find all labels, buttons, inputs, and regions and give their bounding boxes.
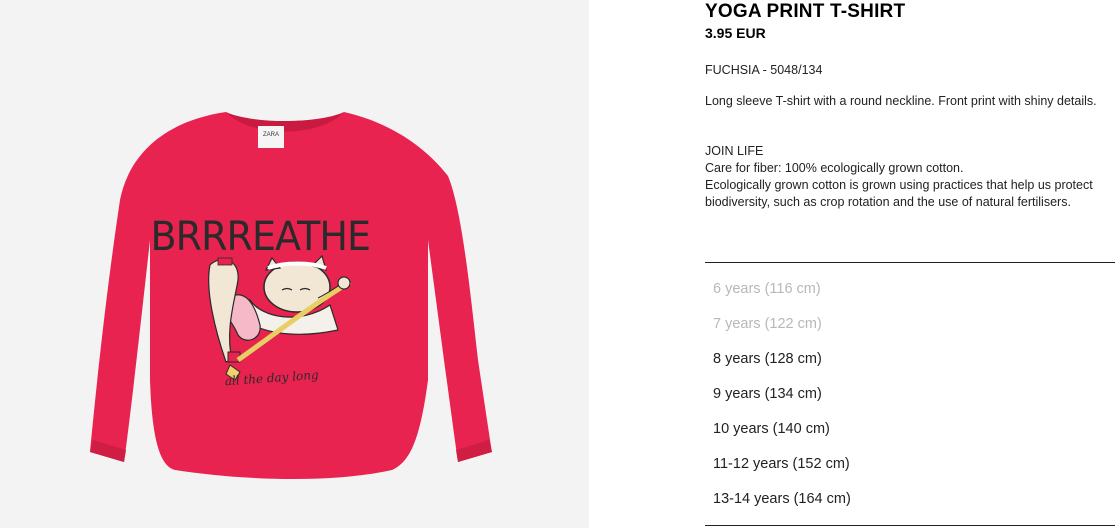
product-title: YOGA PRINT T-SHIRT xyxy=(705,1,906,22)
product-image-pane: ZARA BRRREATHE all the day long xyxy=(0,0,589,528)
product-description: Long sleeve T-shirt with a round necklin… xyxy=(705,94,1097,108)
size-option-13-14-years[interactable]: 13-14 years (164 cm) xyxy=(705,482,1115,517)
size-option-10-years[interactable]: 10 years (140 cm) xyxy=(705,412,1115,447)
product-color-ref: FUCHSIA - 5048/134 xyxy=(705,63,823,77)
size-option-6-years[interactable]: 6 years (116 cm) xyxy=(705,272,1115,307)
size-list: 6 years (116 cm) 7 years (122 cm) 8 year… xyxy=(705,272,1115,517)
join-life-section: JOIN LIFE Care for fiber: 100% ecologica… xyxy=(705,143,1105,211)
join-life-care-text: Care for fiber: 100% ecologically grown … xyxy=(705,161,964,175)
product-image[interactable]: ZARA BRRREATHE all the day long xyxy=(0,0,589,528)
size-list-top-divider xyxy=(705,262,1115,263)
size-list-bottom-divider xyxy=(705,525,1115,526)
print-heading: BRRREATHE xyxy=(151,214,371,260)
size-option-8-years[interactable]: 8 years (128 cm) xyxy=(705,342,1115,377)
join-life-cotton-text: Ecologically grown cotton is grown using… xyxy=(705,178,1093,209)
product-price: 3.95 EUR xyxy=(705,25,766,41)
size-option-9-years[interactable]: 9 years (134 cm) xyxy=(705,377,1115,412)
size-option-7-years[interactable]: 7 years (122 cm) xyxy=(705,307,1115,342)
join-life-heading: JOIN LIFE xyxy=(705,144,764,158)
size-option-11-12-years[interactable]: 11-12 years (152 cm) xyxy=(705,447,1115,482)
brand-label-text: ZARA xyxy=(263,132,279,138)
